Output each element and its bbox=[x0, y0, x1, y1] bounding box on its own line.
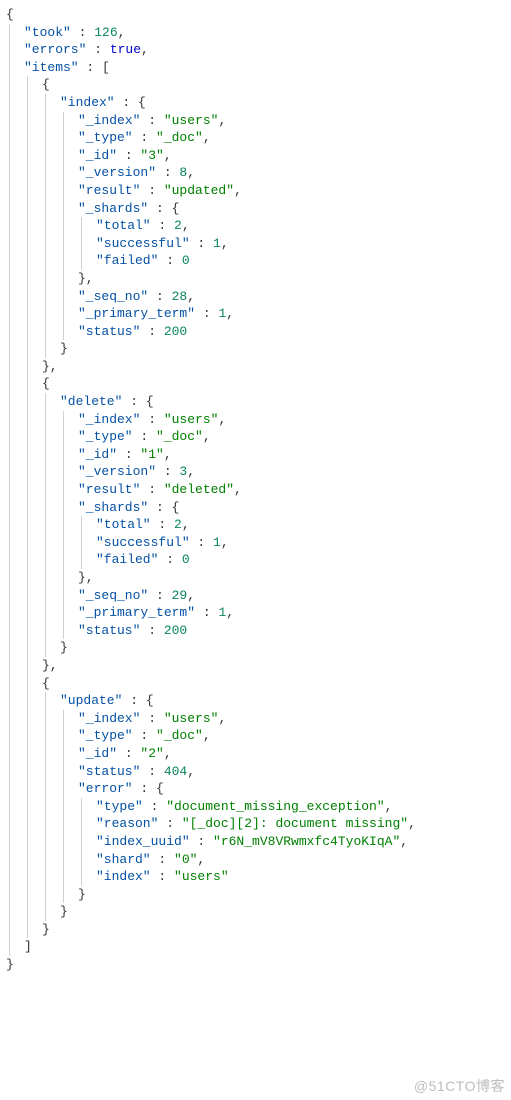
code-line: "_type" : "_doc", bbox=[6, 727, 511, 745]
code-line: "delete" : { bbox=[6, 393, 511, 411]
code-line: "_shards" : { bbox=[6, 200, 511, 218]
code-line: "shard" : "0", bbox=[6, 851, 511, 869]
code-line: }, bbox=[6, 270, 511, 288]
code-line: } bbox=[6, 639, 511, 657]
code-line: "_version" : 3, bbox=[6, 463, 511, 481]
code-line: "took" : 126, bbox=[6, 24, 511, 42]
watermark: @51CTO博客 bbox=[414, 1076, 505, 1096]
code-line: { bbox=[6, 675, 511, 693]
code-line: }, bbox=[6, 569, 511, 587]
json-response-block: {"took" : 126,"errors" : true,"items" : … bbox=[0, 0, 511, 974]
code-line: "status" : 200 bbox=[6, 323, 511, 341]
code-line: "failed" : 0 bbox=[6, 551, 511, 569]
code-line: "items" : [ bbox=[6, 59, 511, 77]
code-line: "status" : 404, bbox=[6, 763, 511, 781]
code-line: "result" : "deleted", bbox=[6, 481, 511, 499]
code-line: "_primary_term" : 1, bbox=[6, 305, 511, 323]
code-line: { bbox=[6, 6, 511, 24]
code-line: } bbox=[6, 956, 511, 974]
code-line: } bbox=[6, 921, 511, 939]
code-line: "successful" : 1, bbox=[6, 534, 511, 552]
code-line: "_type" : "_doc", bbox=[6, 129, 511, 147]
code-line: "type" : "document_missing_exception", bbox=[6, 798, 511, 816]
code-line: "_id" : "1", bbox=[6, 446, 511, 464]
code-line: "successful" : 1, bbox=[6, 235, 511, 253]
code-line: "result" : "updated", bbox=[6, 182, 511, 200]
code-line: "total" : 2, bbox=[6, 516, 511, 534]
code-line: ] bbox=[6, 938, 511, 956]
code-line: "errors" : true, bbox=[6, 41, 511, 59]
code-line: "_primary_term" : 1, bbox=[6, 604, 511, 622]
code-line: "total" : 2, bbox=[6, 217, 511, 235]
code-line: "_shards" : { bbox=[6, 499, 511, 517]
code-line: "update" : { bbox=[6, 692, 511, 710]
code-line: "_seq_no" : 28, bbox=[6, 288, 511, 306]
code-line: "error" : { bbox=[6, 780, 511, 798]
code-line: "_type" : "_doc", bbox=[6, 428, 511, 446]
code-line: "status" : 200 bbox=[6, 622, 511, 640]
code-line: "_index" : "users", bbox=[6, 112, 511, 130]
code-line: "_version" : 8, bbox=[6, 164, 511, 182]
code-line: "index" : "users" bbox=[6, 868, 511, 886]
code-line: "_seq_no" : 29, bbox=[6, 587, 511, 605]
code-line: }, bbox=[6, 358, 511, 376]
code-line: "_id" : "3", bbox=[6, 147, 511, 165]
code-line: } bbox=[6, 903, 511, 921]
code-line: } bbox=[6, 886, 511, 904]
code-line: "failed" : 0 bbox=[6, 252, 511, 270]
code-line: }, bbox=[6, 657, 511, 675]
code-line: } bbox=[6, 340, 511, 358]
code-line: "index_uuid" : "r6N_mV8VRwmxfc4TyoKIqA", bbox=[6, 833, 511, 851]
code-line: { bbox=[6, 375, 511, 393]
code-line: "_index" : "users", bbox=[6, 411, 511, 429]
code-line: "reason" : "[_doc][2]: document missing"… bbox=[6, 815, 511, 833]
code-line: { bbox=[6, 76, 511, 94]
code-line: "_index" : "users", bbox=[6, 710, 511, 728]
code-line: "_id" : "2", bbox=[6, 745, 511, 763]
code-line: "index" : { bbox=[6, 94, 511, 112]
